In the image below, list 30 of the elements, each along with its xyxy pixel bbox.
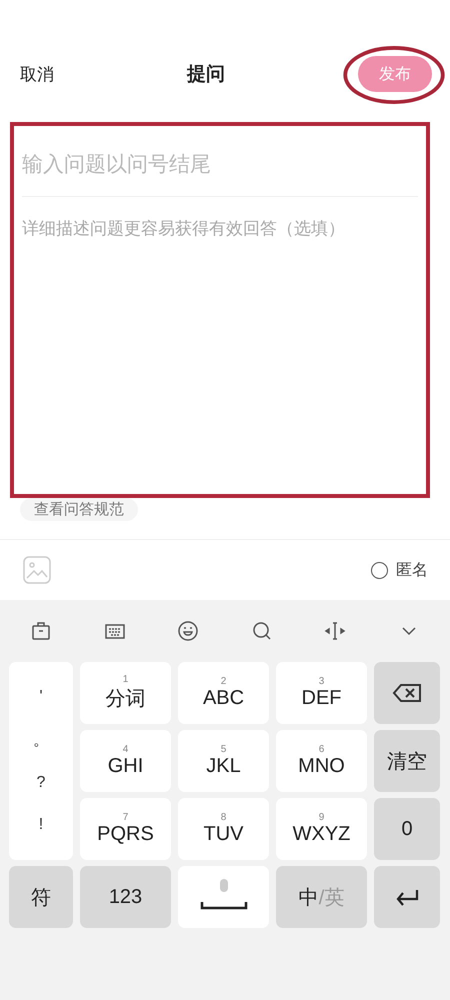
- anonymous-label: 匿名: [396, 560, 428, 580]
- page-title: 提问: [187, 62, 225, 87]
- enter-icon: [394, 888, 420, 906]
- keyboard-key[interactable]: 3 DEF: [276, 662, 367, 724]
- keyboard-key[interactable]: 123: [80, 866, 171, 928]
- keyboard-key[interactable]: 9 WXYZ: [276, 798, 367, 860]
- keyboard-key[interactable]: 7 PQRS: [80, 798, 171, 860]
- keyboard-key[interactable]: 清空: [374, 730, 440, 792]
- keyboard-key[interactable]: 1 分词: [80, 662, 171, 724]
- radio-button[interactable]: [371, 562, 388, 578]
- keyboard-key[interactable]: 4 GHI: [80, 730, 171, 792]
- emoji-icon[interactable]: [176, 619, 200, 643]
- keyboard-key[interactable]: 0: [374, 798, 440, 860]
- punctuation-key[interactable]: ?: [28, 774, 54, 792]
- cancel-button[interactable]: 取消: [20, 62, 54, 86]
- space-key[interactable]: [178, 866, 269, 928]
- punctuation-key[interactable]: ': [31, 688, 51, 706]
- keyboard-key[interactable]: 符: [9, 866, 73, 928]
- keyboard-key[interactable]: 8 TUV: [178, 798, 269, 860]
- backspace-icon: [392, 683, 422, 703]
- backspace-key[interactable]: [374, 662, 440, 724]
- keyboard-key[interactable]: 5 JKL: [178, 730, 269, 792]
- anonymous-toggle[interactable]: 匿名: [371, 560, 428, 580]
- keyboard-key[interactable]: 2 ABC: [178, 662, 269, 724]
- punctuation-key[interactable]: 。: [25, 730, 57, 751]
- punctuation-key[interactable]: !: [30, 816, 52, 834]
- language-key[interactable]: 中/英: [276, 866, 367, 928]
- guidelines-link[interactable]: 查看问答规范: [20, 498, 138, 521]
- keyboard-key[interactable]: 6 MNO: [276, 730, 367, 792]
- enter-key[interactable]: [374, 866, 440, 928]
